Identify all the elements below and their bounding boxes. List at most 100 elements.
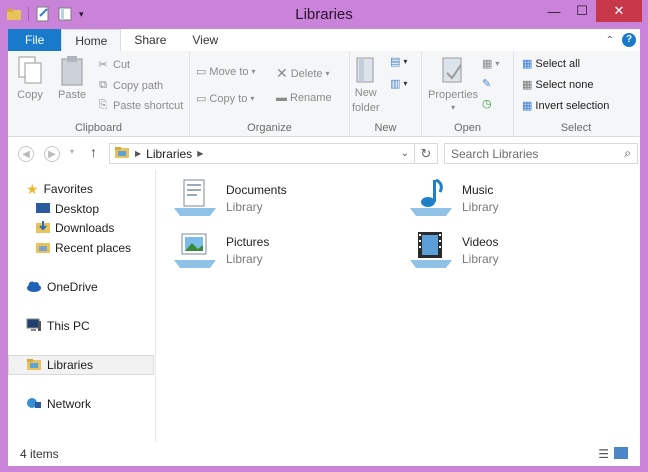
address-bar[interactable]: ▶ Libraries ▶ ⌄ [109, 143, 415, 164]
nav-downloads[interactable]: Downloads [8, 218, 154, 238]
nav-favorites[interactable]: ★ Favorites [8, 179, 154, 199]
new-item-button[interactable]: ▤ ▾ [390, 55, 407, 68]
window-controls: — ☐ ✕ [540, 0, 642, 22]
search-box[interactable]: Search Libraries ⌕ [444, 143, 638, 164]
select-none-button[interactable]: ▦ Select none [522, 78, 594, 92]
tab-share[interactable]: Share [121, 29, 179, 51]
tab-file[interactable]: File [8, 29, 62, 51]
paste-shortcut-icon: ⎘ [98, 99, 108, 111]
select-group-label: Select [560, 122, 592, 134]
navigation-pane: ★ Favorites Desktop Downloads Recent pla… [8, 170, 156, 442]
copy-path-button[interactable]: ⧉ Copy path [96, 79, 163, 92]
recent-locations-icon[interactable]: ▾ [70, 147, 74, 156]
library-name: Pictures [226, 235, 270, 249]
invert-selection-button[interactable]: ▦ Invert selection [522, 99, 609, 113]
breadcrumb-libraries[interactable]: Libraries [146, 147, 192, 161]
nav-libraries[interactable]: Libraries [8, 355, 154, 375]
help-icon[interactable]: ? [622, 33, 636, 47]
move-to-label: Move to [209, 65, 249, 78]
refresh-icon: ↻ [420, 145, 432, 161]
refresh-button[interactable]: ↻ [414, 143, 438, 164]
library-type: Library [226, 200, 263, 214]
ribbon-collapse-icon[interactable]: ⌃ [606, 35, 614, 46]
pictures-icon [172, 230, 218, 273]
paste-shortcut-button[interactable]: ⎘ Paste shortcut [96, 99, 184, 112]
paste-button[interactable]: Paste [58, 55, 86, 101]
tab-view[interactable]: View [179, 29, 231, 51]
select-group: ▦ Select all ▦ Select none ▦ Invert sele… [514, 51, 638, 137]
minimize-button[interactable]: — [540, 0, 568, 22]
delete-button[interactable]: ✕ Delete ▾ [276, 65, 330, 82]
open-button[interactable]: ▦ ▾ [482, 57, 499, 70]
library-type: Library [462, 252, 499, 266]
explorer-window: ▾ Libraries — ☐ ✕ File Home Share View ⌃… [0, 0, 648, 472]
select-all-button[interactable]: ▦ Select all [522, 57, 580, 71]
computer-icon [26, 318, 42, 335]
rename-button[interactable]: ▬ Rename [276, 92, 332, 104]
address-dropdown-icon[interactable]: ⌄ [401, 148, 409, 159]
library-music[interactable]: Music Library [408, 178, 499, 221]
properties-button[interactable]: Properties ▾ [428, 55, 478, 112]
paste-icon [61, 56, 83, 86]
nav-network[interactable]: Network [8, 394, 154, 414]
new-item-icon: ▤ [390, 56, 401, 68]
status-bar: 4 items ☰ [8, 442, 640, 466]
paste-label: Paste [58, 89, 87, 101]
cut-button[interactable]: ✂ Cut [96, 58, 130, 72]
copy-to-dropdown-icon: ▾ [250, 94, 255, 103]
forward-button[interactable]: ▶ [44, 146, 60, 162]
close-button[interactable]: ✕ [596, 0, 642, 22]
new-item-dropdown-icon: ▾ [403, 57, 408, 66]
easy-access-icon: ▥ [390, 78, 401, 90]
nav-onedrive[interactable]: OneDrive [8, 277, 154, 297]
easy-access-button[interactable]: ▥ ▾ [390, 77, 407, 90]
breadcrumb-chevron-icon[interactable]: ▶ [197, 149, 203, 158]
library-name: Videos [462, 235, 499, 249]
history-icon: ◷ [482, 98, 492, 110]
videos-icon [408, 230, 454, 273]
clipboard-group-label: Clipboard [74, 122, 123, 134]
library-videos[interactable]: Videos Library [408, 230, 499, 273]
new-group-label: New [374, 122, 397, 134]
copy-path-icon: ⧉ [99, 79, 107, 91]
new-folder-button[interactable]: New folder [352, 55, 380, 115]
large-icons-view-icon[interactable] [614, 446, 628, 462]
organize-group-label: Organize [247, 122, 292, 134]
library-documents[interactable]: Documents Library [172, 178, 287, 221]
maximize-button[interactable]: ☐ [568, 0, 596, 22]
recent-places-icon [36, 240, 50, 257]
nav-favorites-label: Favorites [43, 182, 93, 196]
move-to-button[interactable]: ▭ Move to ▾ [196, 65, 256, 79]
tab-home[interactable]: Home [61, 29, 122, 51]
back-button[interactable]: ◀ [18, 146, 34, 162]
rename-icon: ▬ [276, 92, 287, 104]
properties-dropdown-icon: ▾ [451, 103, 456, 112]
view-buttons: ☰ [598, 446, 628, 462]
copy-to-icon: ▭ [196, 93, 207, 105]
libraries-icon [26, 357, 42, 374]
nav-desktop[interactable]: Desktop [8, 199, 154, 219]
documents-icon [172, 178, 218, 221]
edit-button[interactable]: ✎ [482, 77, 491, 90]
copy-to-label: Copy to [209, 92, 248, 105]
copy-to-button[interactable]: ▭ Copy to ▾ [196, 92, 255, 106]
organize-group: ▭ Move to ▾ ▭ Copy to ▾ ✕ Delete ▾ ▬ Ren… [190, 51, 350, 137]
library-type: Library [226, 252, 263, 266]
properties-label: Properties [428, 89, 479, 101]
title-bar: ▾ Libraries — ☐ ✕ [0, 0, 648, 30]
nav-this-pc[interactable]: This PC [8, 316, 154, 336]
history-button[interactable]: ◷ [482, 97, 492, 110]
paste-shortcut-label: Paste shortcut [113, 99, 184, 112]
clipboard-group: Copy Paste ✂ Cut ⧉ Copy path ⎘ Paste sho… [8, 51, 190, 137]
nav-recent-places[interactable]: Recent places [8, 238, 154, 258]
search-icon: ⌕ [624, 146, 631, 160]
ribbon: Copy Paste ✂ Cut ⧉ Copy path ⎘ Paste sho… [8, 51, 640, 137]
library-pictures[interactable]: Pictures Library [172, 230, 269, 273]
copy-button[interactable]: Copy [16, 55, 44, 101]
address-row: ◀ ▶ ▾ ↑ ▶ Libraries ▶ ⌄ ↻ Search Librari… [8, 137, 640, 170]
nav-recent-places-label: Recent places [55, 241, 132, 255]
open-icon: ▦ [482, 58, 493, 70]
details-view-icon[interactable]: ☰ [598, 447, 609, 462]
select-none-label: Select none [535, 78, 594, 91]
up-arrow-icon[interactable]: ↑ [90, 144, 97, 160]
